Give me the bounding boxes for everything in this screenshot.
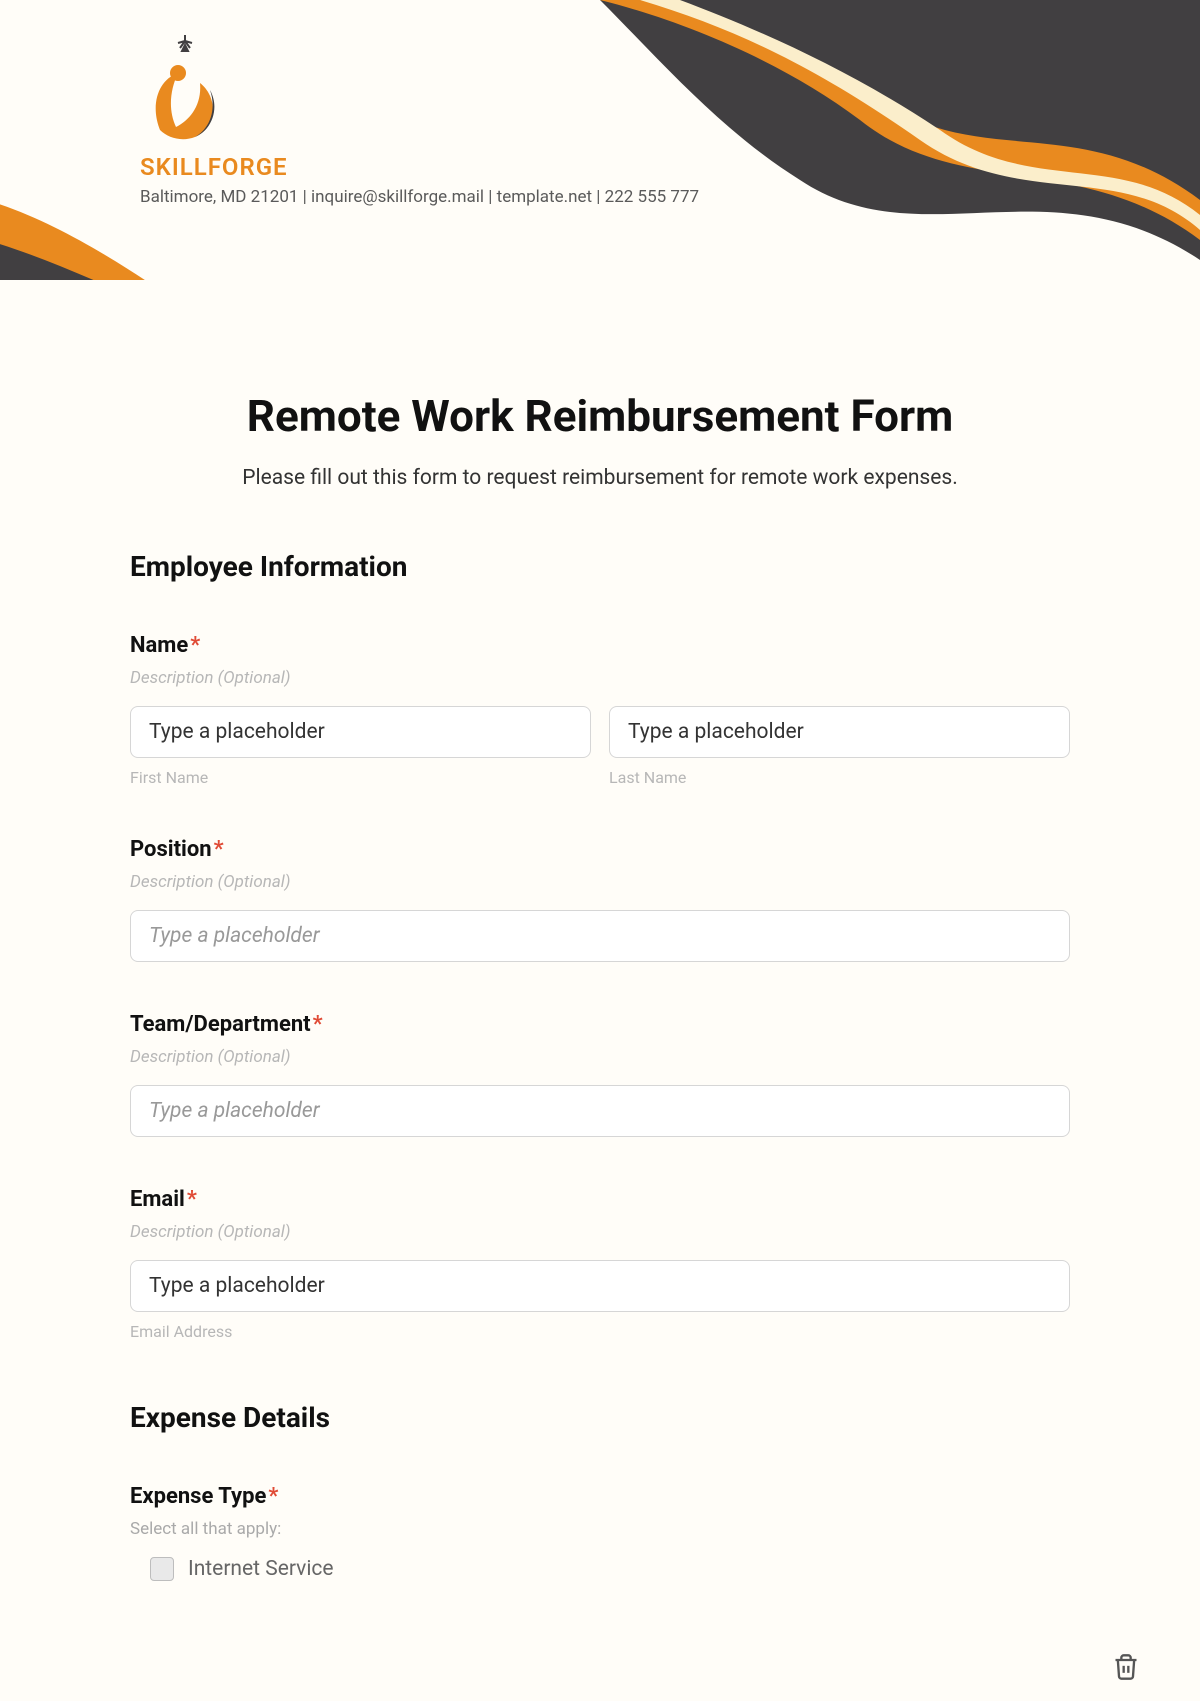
field-name-desc: Description (Optional) xyxy=(130,668,1070,688)
required-mark: * xyxy=(190,633,200,658)
field-expense-type-label-text: Expense Type xyxy=(130,1484,266,1509)
first-name-sublabel: First Name xyxy=(130,768,591,787)
field-expense-type: Expense Type* Select all that apply: Int… xyxy=(130,1484,1070,1581)
field-expense-type-label: Expense Type* xyxy=(130,1484,1070,1509)
brand-block: SKILLFORGE Baltimore, MD 21201 | inquire… xyxy=(140,35,699,207)
field-position-label-text: Position xyxy=(130,837,212,862)
field-name-label-text: Name xyxy=(130,633,188,658)
required-mark: * xyxy=(313,1012,323,1037)
expense-type-hint: Select all that apply: xyxy=(130,1519,1070,1539)
section-expense-details: Expense Details xyxy=(130,1401,1070,1434)
first-name-input[interactable] xyxy=(130,706,591,758)
field-team-label-text: Team/Department xyxy=(130,1012,311,1037)
trash-icon[interactable] xyxy=(1112,1653,1140,1681)
field-team-label: Team/Department* xyxy=(130,1012,1070,1037)
team-input[interactable] xyxy=(130,1085,1070,1137)
email-input[interactable] xyxy=(130,1260,1070,1312)
field-team: Team/Department* Description (Optional) xyxy=(130,1012,1070,1137)
field-email: Email* Description (Optional) Email Addr… xyxy=(130,1187,1070,1341)
field-name: Name* Description (Optional) First Name … xyxy=(130,633,1070,787)
brand-logo-icon xyxy=(140,35,230,145)
position-input[interactable] xyxy=(130,910,1070,962)
required-mark: * xyxy=(187,1187,197,1212)
expense-option-label: Internet Service xyxy=(188,1557,334,1581)
required-mark: * xyxy=(268,1484,278,1509)
expense-option-checkbox[interactable] xyxy=(150,1557,174,1581)
brand-contact-line: Baltimore, MD 21201 | inquire@skillforge… xyxy=(140,187,699,207)
required-mark: * xyxy=(214,837,224,862)
page-header: SKILLFORGE Baltimore, MD 21201 | inquire… xyxy=(0,0,1200,280)
field-position-label: Position* xyxy=(130,837,1070,862)
form-subtitle: Please fill out this form to request rei… xyxy=(130,466,1070,490)
field-team-desc: Description (Optional) xyxy=(130,1047,1070,1067)
brand-name: SKILLFORGE xyxy=(140,153,699,181)
field-email-label: Email* xyxy=(130,1187,1070,1212)
field-position-desc: Description (Optional) xyxy=(130,872,1070,892)
expense-option-row: Internet Service xyxy=(130,1557,1070,1581)
field-email-label-text: Email xyxy=(130,1187,185,1212)
field-name-label: Name* xyxy=(130,633,1070,658)
section-employee-info: Employee Information xyxy=(130,550,1070,583)
field-email-desc: Description (Optional) xyxy=(130,1222,1070,1242)
last-name-input[interactable] xyxy=(609,706,1070,758)
form-body: Remote Work Reimbursement Form Please fi… xyxy=(0,390,1200,1621)
field-position: Position* Description (Optional) xyxy=(130,837,1070,962)
form-title: Remote Work Reimbursement Form xyxy=(130,390,1070,442)
email-sublabel: Email Address xyxy=(130,1322,1070,1341)
last-name-sublabel: Last Name xyxy=(609,768,1070,787)
